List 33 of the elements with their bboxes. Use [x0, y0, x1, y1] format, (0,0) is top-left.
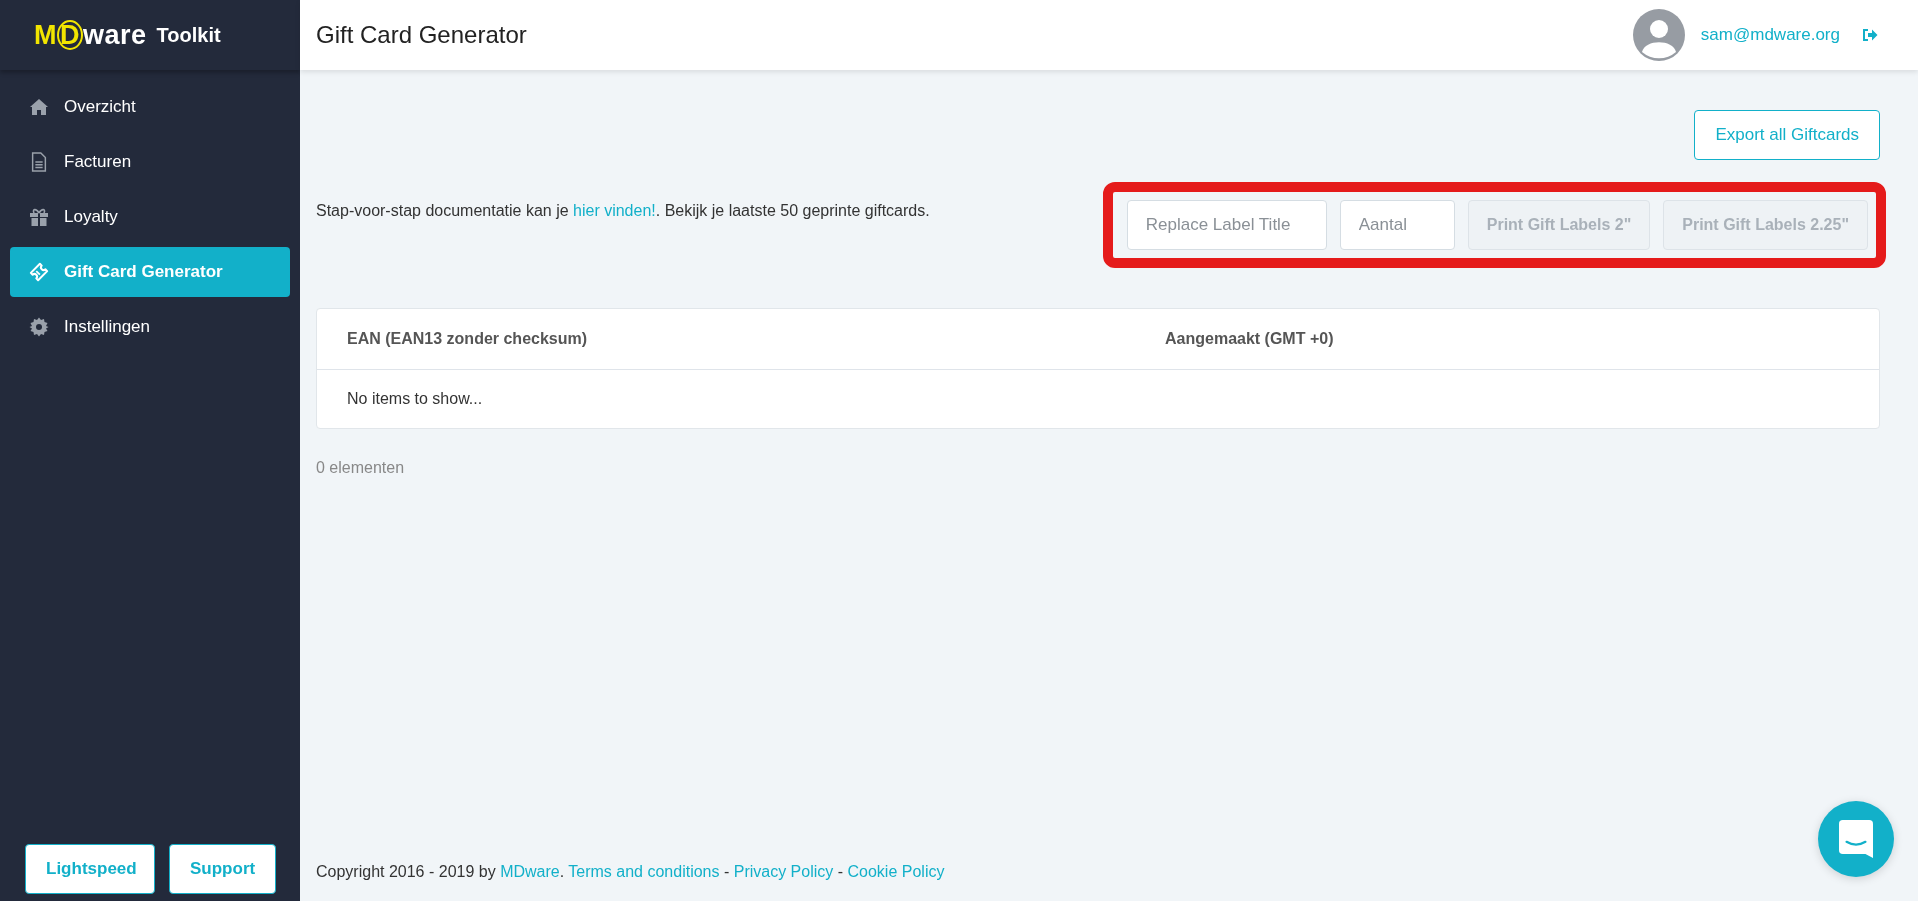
nav-item[interactable]: Facturen [10, 137, 290, 187]
documentation-link[interactable]: hier vinden! [573, 202, 656, 219]
footer-link[interactable]: Privacy Policy [733, 863, 834, 880]
page-title: Gift Card Generator [316, 21, 527, 49]
column-header: EAN (EAN13 zonder checksum) [347, 330, 589, 348]
nav-item[interactable]: Overzicht [10, 82, 290, 132]
label-title-field[interactable]: Replace Label Title [1126, 200, 1327, 250]
logout-icon[interactable] [1862, 28, 1878, 42]
chat-bubble-icon [1839, 820, 1873, 858]
document-icon [29, 152, 49, 172]
ticket-icon [29, 262, 49, 282]
logo: M Dware [34, 19, 147, 51]
chat-button[interactable] [1818, 801, 1894, 877]
item-count: 0 elementen [316, 459, 405, 477]
logo-product: Toolkit [156, 23, 221, 47]
user-email[interactable]: sam@mdware.org [1700, 25, 1840, 45]
intro-text: Stap-voor-stap documentatie kan je hier vinden!. Bekijk je laatste 50 geprinte giftcards. [316, 202, 930, 220]
nav-item[interactable]: Gift Card Generator [10, 247, 290, 297]
sidebar-button[interactable]: Support [169, 844, 276, 894]
settings-icon [29, 317, 49, 337]
quantity-field[interactable]: Aantal [1339, 200, 1455, 250]
empty-message: No items to show... [347, 390, 483, 408]
nav-item[interactable]: Loyalty [10, 192, 290, 242]
house-icon [29, 97, 49, 117]
export-button[interactable]: Export all Giftcards [1694, 110, 1880, 160]
nav-item[interactable]: Instellingen [10, 302, 290, 352]
footer-link[interactable]: Terms and conditions [568, 863, 720, 880]
footer-link[interactable]: MDware [500, 863, 560, 880]
avatar-icon[interactable] [1632, 9, 1685, 61]
footer-link[interactable]: Cookie Policy [847, 863, 945, 880]
sidebar-button[interactable]: Lightspeed [25, 844, 155, 894]
column-header: Aangemaakt (GMT +0) [1165, 330, 1335, 348]
gift-icon [29, 207, 49, 227]
